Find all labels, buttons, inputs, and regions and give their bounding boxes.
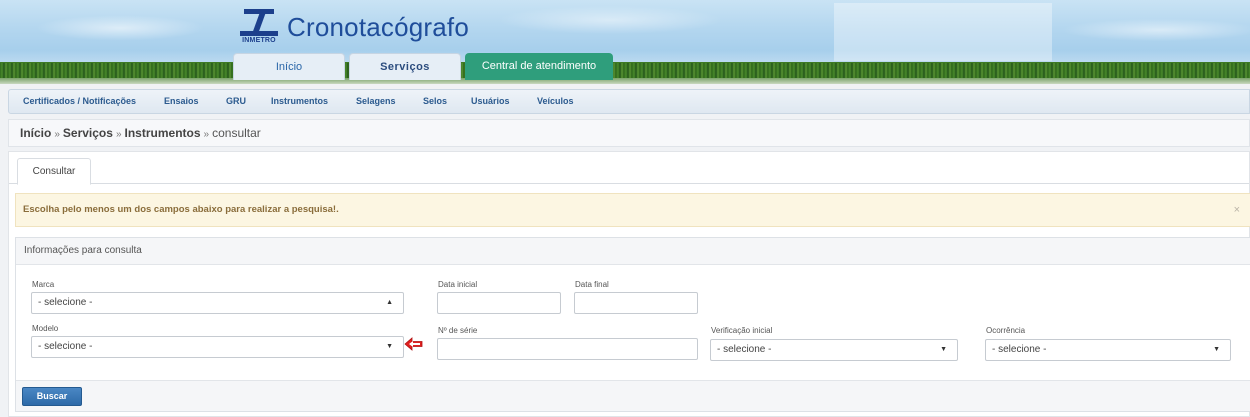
tab-central-de-atendimento[interactable]: Central de atendimento <box>465 53 613 80</box>
subnav-item-veiculos[interactable]: Veículos <box>537 90 574 113</box>
breadcrumb-current: consultar <box>212 126 261 140</box>
sky-background <box>0 0 1250 64</box>
modelo-label: Modelo <box>32 324 59 333</box>
logo-bar-bottom <box>240 31 278 36</box>
warning-alert: Escolha pelo menos um dos campos abaixo … <box>15 193 1250 227</box>
banner-highlight <box>834 3 1052 61</box>
chevron-down-icon: ▼ <box>940 346 947 353</box>
verificacao-inicial-value: - selecione - <box>717 344 772 355</box>
breadcrumb-item-instrumentos[interactable]: Instrumentos <box>125 126 201 140</box>
grass-strip <box>0 62 1250 78</box>
grass-shadow <box>0 78 1250 84</box>
chevron-down-icon: ▼ <box>1213 346 1220 353</box>
subnav-item-certificados[interactable]: Certificados / Notificações <box>23 90 136 113</box>
numero-serie-input[interactable] <box>437 338 698 360</box>
subnav-item-usuarios[interactable]: Usuários <box>471 90 510 113</box>
verificacao-inicial-select[interactable]: - selecione - ▼ <box>710 339 958 361</box>
logo-wordmark: INMETRO <box>242 37 276 44</box>
sub-navigation: Certificados / Notificações Ensaios GRU … <box>8 89 1250 114</box>
chevron-down-icon: ▼ <box>386 343 393 350</box>
content-tabbar: Consultar <box>9 152 1249 185</box>
modelo-select[interactable]: - selecione - ▼ <box>31 336 404 358</box>
ocorrencia-label: Ocorrência <box>986 326 1026 335</box>
marca-select-value: - selecione - <box>38 297 93 308</box>
subnav-item-ensaios[interactable]: Ensaios <box>164 90 199 113</box>
numero-serie-label: Nº de série <box>438 326 478 335</box>
alert-message: Escolha pelo menos um dos campos abaixo … <box>23 204 339 215</box>
subnav-item-instrumentos[interactable]: Instrumentos <box>271 90 328 113</box>
data-inicial-input[interactable] <box>437 292 561 314</box>
inmetro-logo[interactable]: INMETRO <box>237 9 281 47</box>
data-final-input[interactable] <box>574 292 698 314</box>
breadcrumb-item-inicio[interactable]: Início <box>20 126 51 140</box>
logo-bar-mid <box>252 14 266 32</box>
subnav-item-selagens[interactable]: Selagens <box>356 90 396 113</box>
tab-servicos[interactable]: Serviços <box>349 53 461 80</box>
ocorrencia-select[interactable]: - selecione - ▼ <box>985 339 1231 361</box>
data-final-label: Data final <box>575 280 609 289</box>
close-icon[interactable]: × <box>1234 194 1240 226</box>
breadcrumb-item-servicos[interactable]: Serviços <box>63 126 113 140</box>
subnav-item-gru[interactable]: GRU <box>226 90 246 113</box>
marca-select[interactable]: - selecione - ▲ <box>31 292 404 314</box>
data-inicial-label: Data inicial <box>438 280 478 289</box>
breadcrumb-separator: » <box>115 129 122 140</box>
content-panel: Consultar Escolha pelo menos um dos camp… <box>8 151 1250 417</box>
chevron-up-icon: ▲ <box>386 299 393 306</box>
ocorrencia-value: - selecione - <box>992 344 1047 355</box>
marca-label: Marca <box>32 280 55 289</box>
breadcrumb-separator: » <box>54 129 60 140</box>
subnav-item-selos[interactable]: Selos <box>423 90 447 113</box>
breadcrumb-separator: » <box>203 129 210 140</box>
annotation-arrow-icon <box>404 337 423 351</box>
header-banner <box>0 0 1250 84</box>
search-form-panel: Informações para consulta <box>15 237 1250 412</box>
form-title: Informações para consulta <box>16 238 1250 265</box>
site-title: Cronotacógrafo <box>287 12 470 42</box>
form-footer <box>16 380 1250 411</box>
verificacao-inicial-label: Verificação inicial <box>711 326 773 335</box>
tab-consultar[interactable]: Consultar <box>17 158 91 185</box>
tab-inicio[interactable]: Início <box>233 53 345 80</box>
breadcrumb: Início» Serviços» Instrumentos» consultar <box>8 119 1250 147</box>
modelo-select-value: - selecione - <box>38 341 93 352</box>
buscar-button[interactable]: Buscar <box>22 387 82 406</box>
